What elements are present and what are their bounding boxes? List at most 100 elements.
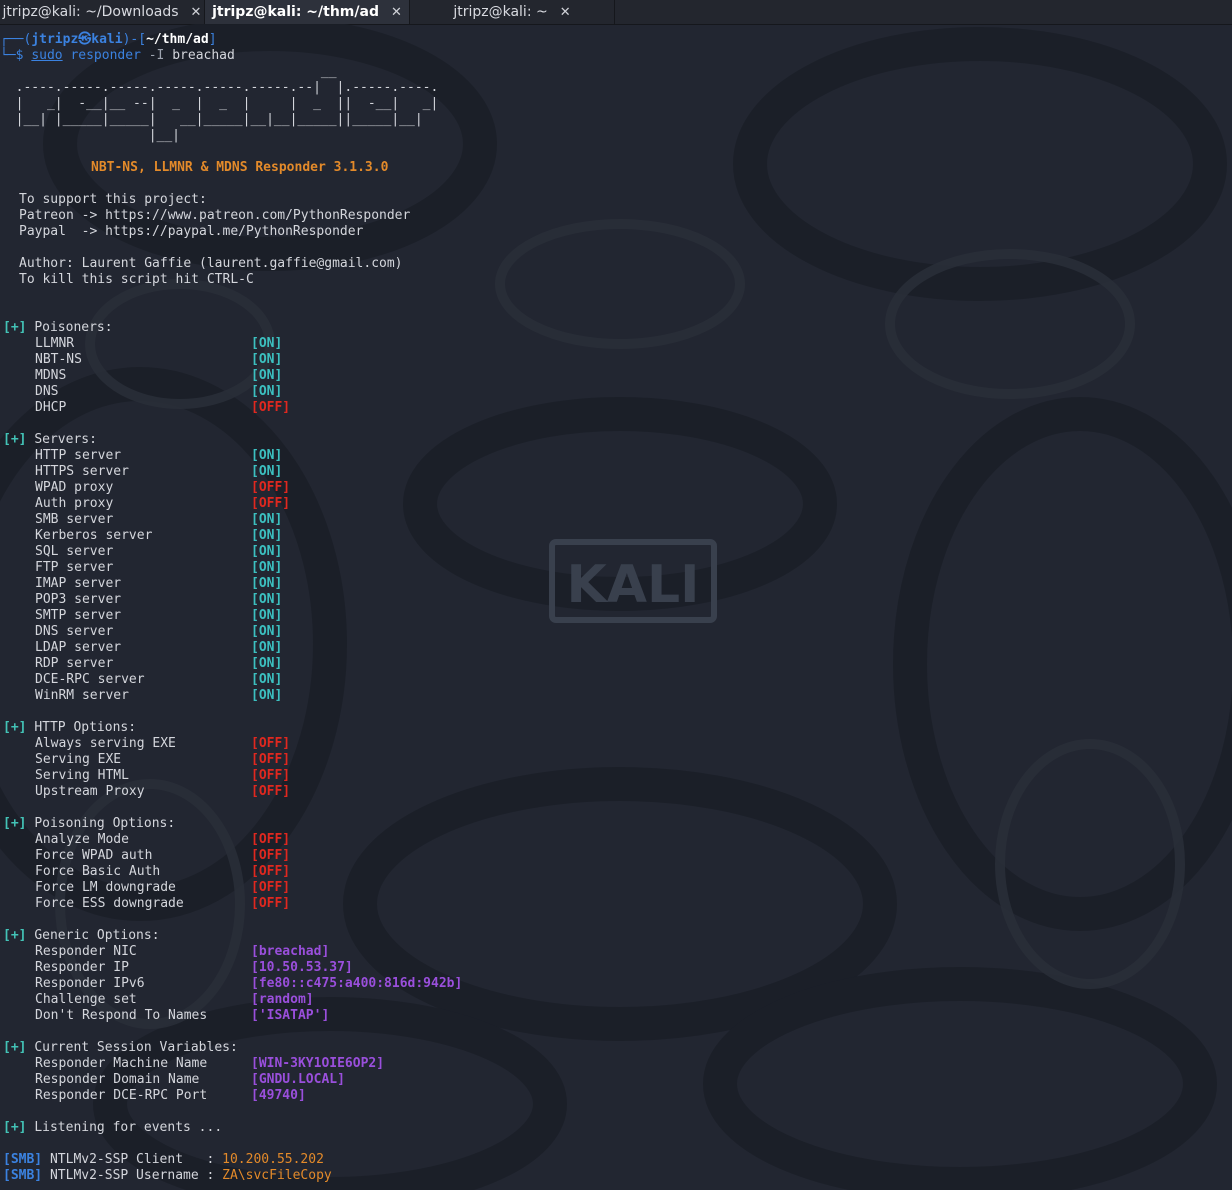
option-value: [ON] [251, 672, 283, 687]
tab-home[interactable]: jtripz@kali: ~ ✕ [410, 0, 615, 24]
smb-tag: [SMB] [3, 1168, 43, 1183]
option-name: Serving HTML [35, 768, 129, 783]
section-header: [+] HTTP Options: [0, 720, 1232, 736]
option-row: Serving EXE [OFF] [0, 752, 1232, 768]
option-row: Analyze Mode [OFF] [0, 832, 1232, 848]
option-value: [random] [251, 992, 314, 1007]
cmd-arg: breachad [172, 48, 235, 63]
option-name: SMB server [35, 512, 114, 527]
option-value: [breachad] [251, 944, 330, 959]
option-name: Challenge set [35, 992, 137, 1007]
option-name: Force ESS downgrade [35, 896, 184, 911]
option-name: IMAP server [35, 576, 122, 591]
option-row: Responder Domain Name [GNDU.LOCAL] [0, 1072, 1232, 1088]
option-row: DNS server [ON] [0, 624, 1232, 640]
option-row: WPAD proxy [OFF] [0, 480, 1232, 496]
ascii-art-line: | _| -__|__ --| _ | _ | | _ || -__| _| [0, 96, 439, 111]
option-row: Force WPAD auth [OFF] [0, 848, 1232, 864]
option-name: Responder NIC [35, 944, 137, 959]
section-header: [+] Poisoners: [0, 320, 1232, 336]
banner-line: NBT-NS, LLMNR & MDNS Responder 3.1.3.0 [0, 160, 1232, 176]
option-value: [ON] [251, 608, 283, 623]
option-name: FTP server [35, 560, 114, 575]
option-name: Always serving EXE [35, 736, 176, 751]
option-name: DNS [35, 384, 59, 399]
option-name: Upstream Proxy [35, 784, 145, 799]
option-row: Challenge set [random] [0, 992, 1232, 1008]
close-icon[interactable]: ✕ [560, 5, 571, 20]
option-value: [ON] [251, 592, 283, 607]
terminal-output[interactable]: KALI ┌──(jtripz㉿kali)-[~/thm/ad] └─$ sud… [0, 24, 1232, 1190]
option-row: MDNS [ON] [0, 368, 1232, 384]
option-name: DNS server [35, 624, 114, 639]
option-value: [OFF] [251, 880, 291, 895]
option-value: [fe80::c475:a400:816d:942b] [251, 976, 463, 991]
option-value: [OFF] [251, 752, 291, 767]
prompt-user: jtripz㉿kali [31, 32, 123, 47]
ascii-art-line: __ [0, 64, 337, 79]
option-row: NBT-NS [ON] [0, 352, 1232, 368]
tab-thm-ad[interactable]: jtripz@kali: ~/thm/ad ✕ [205, 0, 410, 24]
section-title: Generic Options: [34, 928, 160, 943]
smb-username-line: [SMB] NTLMv2-SSP Username : ZA\svcFileCo… [3, 1168, 332, 1183]
option-row: WinRM server [ON] [0, 688, 1232, 704]
option-name: Force WPAD auth [35, 848, 153, 863]
option-row: Don't Respond To Names ['ISATAP'] [0, 1008, 1232, 1024]
listening-line: [+] Listening for events ... [3, 1120, 223, 1135]
option-row: SQL server [ON] [0, 544, 1232, 560]
option-row: Responder DCE-RPC Port [49740] [0, 1088, 1232, 1104]
option-row: DCE-RPC server [ON] [0, 672, 1232, 688]
option-value: [ON] [251, 528, 283, 543]
section-title: Poisoners: [34, 320, 113, 335]
option-name: RDP server [35, 656, 114, 671]
section-header: [+] Generic Options: [0, 928, 1232, 944]
option-value: [OFF] [251, 896, 291, 911]
option-row: Kerberos server [ON] [0, 528, 1232, 544]
kill-hint-line: To kill this script hit CTRL-C [19, 272, 254, 287]
option-row: HTTP server [ON] [0, 448, 1232, 464]
option-name: Force LM downgrade [35, 880, 176, 895]
smb-tag: [SMB] [3, 1152, 43, 1167]
ascii-art-line: |__| |_____|_____| __|_____|__|__|_____|… [0, 112, 423, 127]
support-line: To support this project: [19, 192, 207, 207]
option-name: Responder IP [35, 960, 129, 975]
option-row: RDP server [ON] [0, 656, 1232, 672]
option-value: [ON] [251, 688, 283, 703]
banner-title: NBT-NS, LLMNR & MDNS Responder 3.1.3.0 [91, 160, 389, 175]
option-name: Responder Domain Name [35, 1072, 200, 1087]
close-icon[interactable]: ✕ [391, 5, 402, 20]
option-row: HTTPS server [ON] [0, 464, 1232, 480]
option-row: Force ESS downgrade [OFF] [0, 896, 1232, 912]
option-row: Responder IPv6 [fe80::c475:a400:816d:942b… [0, 976, 1232, 992]
plus-marker: [+] [3, 1040, 27, 1055]
option-name: Don't Respond To Names [35, 1008, 208, 1023]
plus-marker: [+] [3, 1120, 27, 1135]
option-value: [ON] [251, 560, 283, 575]
option-value: [OFF] [251, 736, 291, 751]
ascii-art-line: .----.-----.-----.-----.-----.-----.--| … [0, 80, 439, 95]
option-value: [OFF] [251, 480, 291, 495]
option-row: Always serving EXE [OFF] [0, 736, 1232, 752]
option-row: SMTP server [ON] [0, 608, 1232, 624]
option-row: DNS [ON] [0, 384, 1232, 400]
option-value: [OFF] [251, 784, 291, 799]
option-value: [GNDU.LOCAL] [251, 1072, 345, 1087]
plus-marker: [+] [3, 432, 27, 447]
option-value: [ON] [251, 464, 283, 479]
option-row: Auth proxy [OFF] [0, 496, 1232, 512]
option-name: MDNS [35, 368, 67, 383]
option-name: LLMNR [35, 336, 75, 351]
option-value: [49740] [251, 1088, 306, 1103]
option-name: LDAP server [35, 640, 122, 655]
option-row: Upstream Proxy [OFF] [0, 784, 1232, 800]
option-name: Responder IPv6 [35, 976, 145, 991]
terminal-tab-bar: jtripz@kali: ~/Downloads ✕ jtripz@kali: … [0, 0, 1232, 25]
option-name: DCE-RPC server [35, 672, 145, 687]
option-value: [OFF] [251, 400, 291, 415]
option-name: Responder Machine Name [35, 1056, 208, 1071]
close-icon[interactable]: ✕ [191, 5, 202, 20]
cmd-name: responder [70, 48, 141, 63]
patreon-line: Patreon -> https://www.patreon.com/Pytho… [19, 208, 411, 223]
tab-label: jtripz@kali: ~ [453, 4, 548, 20]
tab-downloads[interactable]: jtripz@kali: ~/Downloads ✕ [0, 0, 205, 24]
